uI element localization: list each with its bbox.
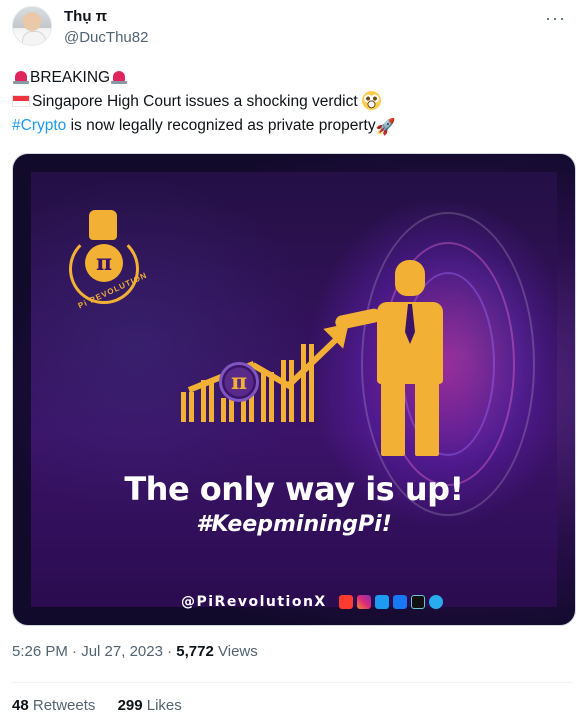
tweet-header: Thụ π @DucThu82 ··· xyxy=(12,6,572,54)
social-handle: @PiRevolutionX xyxy=(181,594,327,610)
avatar[interactable] xyxy=(12,6,52,46)
tweet-media-image[interactable]: π Pi REVOLUTION π The only way is up! #K… xyxy=(12,153,576,626)
growth-bar xyxy=(221,398,236,422)
rocket-icon: 🚀 xyxy=(375,119,396,136)
tiktok-icon xyxy=(410,595,425,609)
growth-bars-graphic xyxy=(181,292,331,422)
siren-icon xyxy=(110,68,128,85)
twitter-icon xyxy=(374,595,389,609)
retweets-label: Retweets xyxy=(28,697,96,714)
author-handle[interactable]: @DucThu82 xyxy=(64,29,148,46)
tweet-line-1: BREAKING xyxy=(12,66,572,90)
flushed-face-icon xyxy=(361,91,381,110)
property-text: is now legally recognized as private pro… xyxy=(66,117,376,134)
author-name[interactable]: Thụ π xyxy=(64,8,107,25)
businessman-figure xyxy=(334,260,461,460)
media-hashtag: #KeepminingPi! xyxy=(196,512,392,537)
tweet-time[interactable]: 5:26 PM xyxy=(12,643,68,660)
logo-pi-symbol: π xyxy=(85,244,123,282)
verdict-text: Singapore High Court issues a shocking v… xyxy=(32,93,358,110)
meta-separator: · xyxy=(162,643,177,660)
more-horizontal-icon[interactable]: ··· xyxy=(545,8,566,29)
youtube-icon xyxy=(338,595,353,609)
instagram-icon xyxy=(356,595,371,609)
tweet-text: BREAKING Singapore High Court issues a s… xyxy=(12,66,572,140)
breaking-text: BREAKING xyxy=(30,69,111,86)
telegram-icon xyxy=(428,595,443,609)
social-bar: @PiRevolutionX xyxy=(181,594,443,610)
hashtag-link[interactable]: #Crypto xyxy=(12,117,66,134)
likes-stat[interactable]: 299 Likes xyxy=(118,697,182,714)
retweets-stat[interactable]: 48 Retweets xyxy=(12,697,95,714)
likes-label: Likes xyxy=(142,697,182,714)
pi-coin-icon: π xyxy=(219,362,259,402)
tweet-stats: 48 Retweets 299 Likes xyxy=(12,697,200,714)
pi-revolution-logo: π Pi REVOLUTION xyxy=(69,210,149,310)
likes-count: 299 xyxy=(117,697,143,714)
retweets-count: 48 xyxy=(12,697,29,714)
singapore-flag-icon xyxy=(12,95,30,107)
siren-icon xyxy=(12,68,30,85)
media-artwork: π Pi REVOLUTION π The only way is up! #K… xyxy=(31,172,557,610)
tweet-line-3: #Crypto is now legally recognized as pri… xyxy=(12,114,572,140)
meta-separator: · xyxy=(67,643,82,660)
tweet-line-2: Singapore High Court issues a shocking v… xyxy=(12,90,572,114)
tweet-date[interactable]: Jul 27, 2023 xyxy=(81,643,163,660)
tweet-meta: 5:26 PM · Jul 27, 2023 · 5,772 Views xyxy=(12,643,258,660)
media-headline: The only way is up! xyxy=(124,470,464,508)
facebook-icon xyxy=(392,595,407,609)
growth-bar xyxy=(281,360,296,422)
views-label: Views xyxy=(213,643,258,660)
views-count: 5,772 xyxy=(176,643,214,660)
growth-bar xyxy=(181,392,196,422)
divider xyxy=(12,682,572,683)
